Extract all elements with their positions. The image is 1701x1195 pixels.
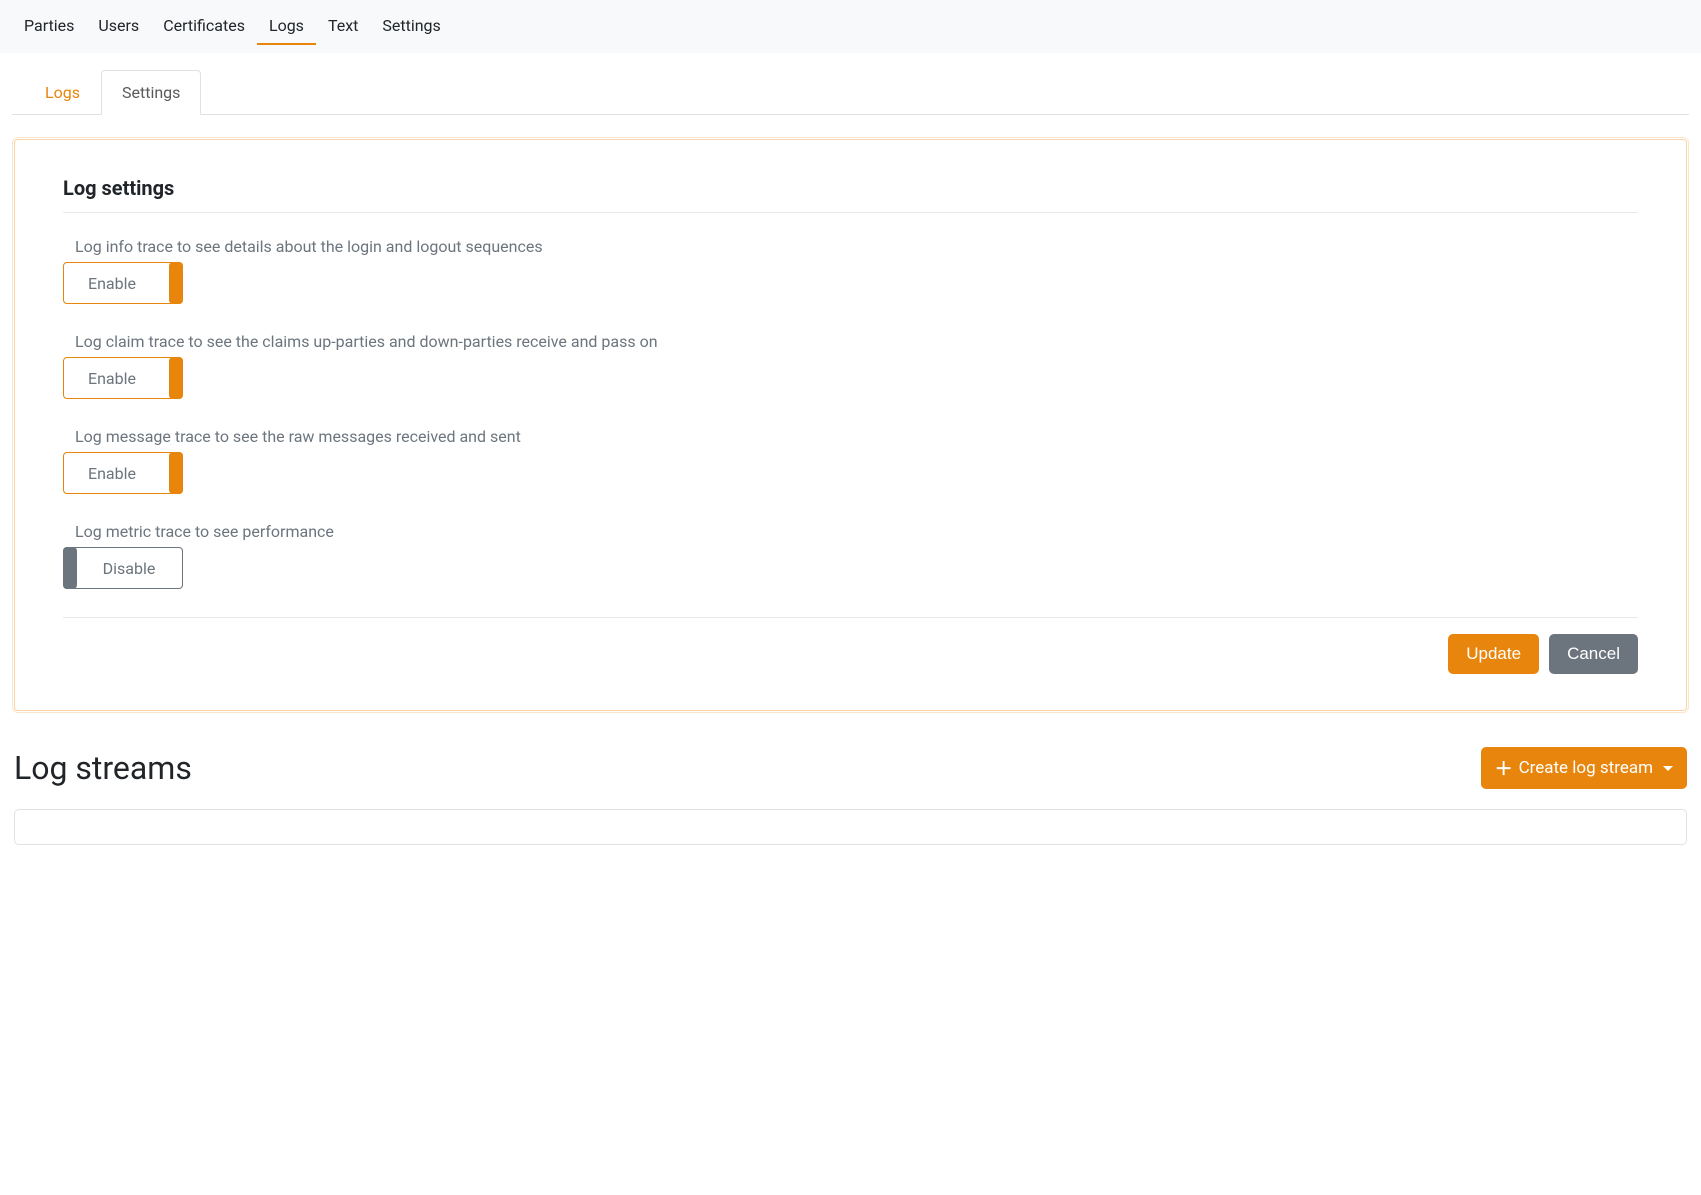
divider — [63, 617, 1638, 618]
create-log-stream-button[interactable]: ＋ Create log stream — [1481, 747, 1687, 789]
chevron-down-icon — [1663, 766, 1673, 771]
toggle-handle — [63, 547, 77, 589]
plus-icon: ＋ — [1495, 755, 1513, 781]
top-nav: Parties Users Certificates Logs Text Set… — [0, 0, 1701, 53]
toggle-label: Enable — [88, 274, 136, 293]
setting-message-trace-toggle[interactable]: Enable — [63, 452, 183, 494]
nav-certificates[interactable]: Certificates — [151, 8, 257, 45]
divider — [63, 212, 1638, 213]
setting-claim-trace-toggle[interactable]: Enable — [63, 357, 183, 399]
setting-claim-trace: Log claim trace to see the claims up-par… — [63, 332, 1638, 399]
setting-info-trace: Log info trace to see details about the … — [63, 237, 1638, 304]
actions-row: Update Cancel — [63, 634, 1638, 674]
setting-claim-trace-desc: Log claim trace to see the claims up-par… — [75, 332, 1638, 351]
log-streams-list — [14, 809, 1687, 845]
toggle-handle — [169, 262, 183, 304]
create-log-stream-label: Create log stream — [1519, 758, 1653, 778]
setting-message-trace: Log message trace to see the raw message… — [63, 427, 1638, 494]
setting-metric-trace: Log metric trace to see performance Disa… — [63, 522, 1638, 589]
setting-info-trace-toggle[interactable]: Enable — [63, 262, 183, 304]
toggle-handle — [169, 452, 183, 494]
update-button[interactable]: Update — [1448, 634, 1539, 674]
setting-message-trace-desc: Log message trace to see the raw message… — [75, 427, 1638, 446]
log-streams-title: Log streams — [14, 749, 192, 787]
toggle-label: Enable — [88, 369, 136, 388]
setting-metric-trace-toggle[interactable]: Disable — [63, 547, 183, 589]
log-streams-header: Log streams ＋ Create log stream — [14, 747, 1687, 789]
subtab-settings[interactable]: Settings — [101, 70, 201, 115]
toggle-label: Disable — [103, 559, 156, 578]
toggle-handle — [169, 357, 183, 399]
toggle-label: Enable — [88, 464, 136, 483]
nav-logs[interactable]: Logs — [257, 8, 316, 45]
log-settings-title: Log settings — [63, 176, 1638, 200]
setting-info-trace-desc: Log info trace to see details about the … — [75, 237, 1638, 256]
nav-settings[interactable]: Settings — [370, 8, 452, 45]
nav-parties[interactable]: Parties — [12, 8, 86, 45]
cancel-button[interactable]: Cancel — [1549, 634, 1638, 674]
log-settings-panel: Log settings Log info trace to see detai… — [14, 139, 1687, 711]
setting-metric-trace-desc: Log metric trace to see performance — [75, 522, 1638, 541]
subtab-logs[interactable]: Logs — [24, 70, 101, 115]
nav-text[interactable]: Text — [316, 8, 370, 45]
subtabs: Logs Settings — [12, 69, 1689, 115]
nav-users[interactable]: Users — [86, 8, 151, 45]
